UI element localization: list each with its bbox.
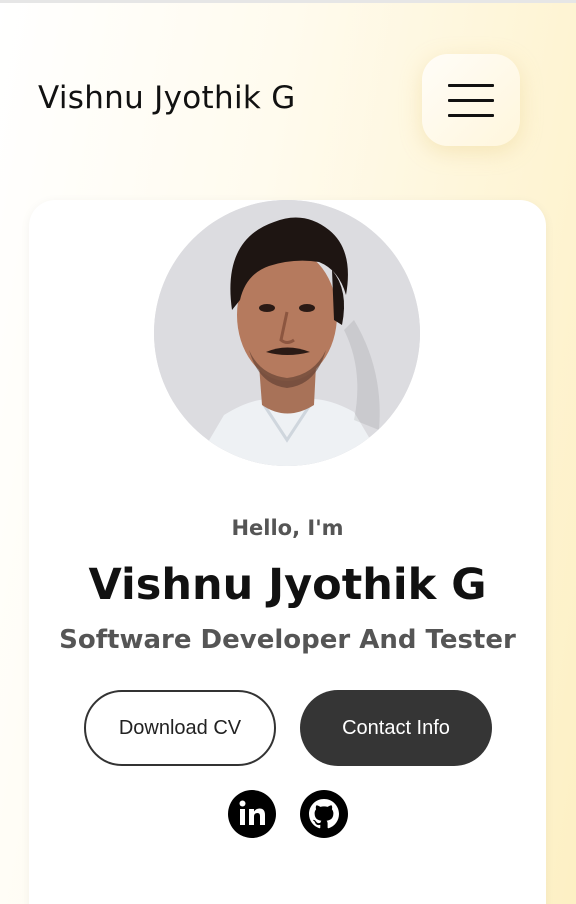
profile-photo-illustration [154, 200, 420, 466]
hamburger-menu-icon-bar [448, 98, 494, 102]
site-name[interactable]: Vishnu Jyothik G [38, 80, 296, 116]
social-links [228, 790, 348, 838]
greeting-text: Hello, I'm [231, 516, 344, 540]
profile-card: Hello, I'm Vishnu Jyothik G Software Dev… [29, 200, 546, 904]
profile-role: Software Developer And Tester [59, 625, 516, 655]
github-icon[interactable] [300, 790, 348, 838]
download-cv-button[interactable]: Download CV [84, 690, 276, 766]
linkedin-icon[interactable] [228, 790, 276, 838]
top-strip [0, 0, 576, 3]
menu-button[interactable] [422, 54, 520, 146]
hamburger-menu-icon [448, 83, 494, 87]
profile-name: Vishnu Jyothik G [88, 560, 487, 610]
profile-avatar [154, 200, 420, 466]
hamburger-menu-icon-bar [448, 113, 494, 117]
contact-info-button[interactable]: Contact Info [300, 690, 492, 766]
